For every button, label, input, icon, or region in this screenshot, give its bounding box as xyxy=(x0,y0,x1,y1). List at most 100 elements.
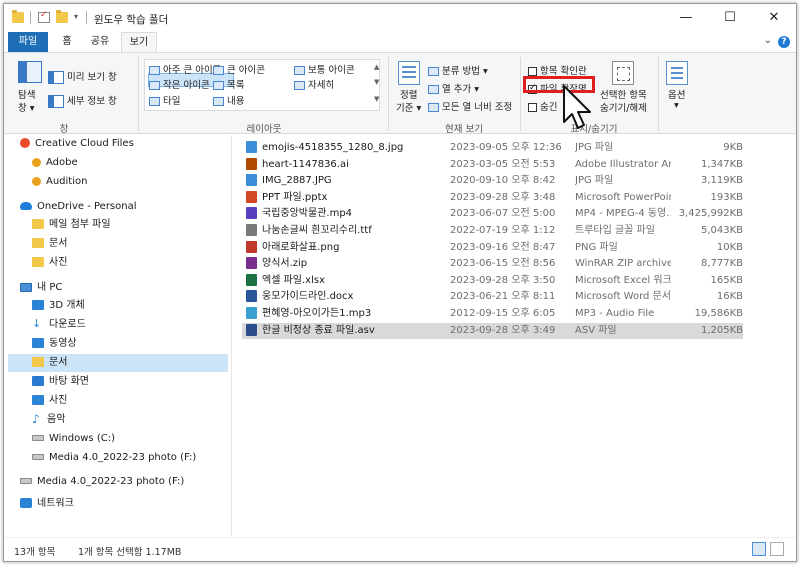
hide-selected-icon[interactable] xyxy=(612,61,634,85)
add-columns-button[interactable]: 열 추가 ▾ xyxy=(428,81,479,95)
layout-tiles[interactable]: 타일 xyxy=(149,93,180,107)
file-row[interactable]: PPT 파일.pptx 2023-09-28 오후 3:48 Microsoft P… xyxy=(242,190,743,207)
nav-item-music[interactable]: ♪ 음악 xyxy=(32,411,65,429)
navigation-pane-button[interactable]: 탐색 xyxy=(18,87,35,101)
options-icon[interactable] xyxy=(666,61,688,85)
tab-view[interactable]: 보기 xyxy=(121,32,157,53)
minimize-button[interactable]: — xyxy=(664,4,708,32)
nav-label: 내 PC xyxy=(37,282,63,293)
chevron-down-icon[interactable]: ⌄ xyxy=(764,35,772,46)
options-button[interactable]: 옵션 xyxy=(668,87,685,101)
nav-item-creative-cloud[interactable]: Creative Cloud Files xyxy=(20,135,134,153)
layout-extra-large-icons[interactable]: 아주 큰 아이콘 xyxy=(149,62,221,76)
nav-item-documents-onedrive[interactable]: 문서 xyxy=(32,235,67,253)
layout-large-icons[interactable]: 큰 아이콘 xyxy=(213,62,265,76)
layout-scroll-down-icon[interactable]: ▼ xyxy=(374,78,379,86)
file-type-icon xyxy=(246,240,257,253)
file-row[interactable]: 양식서.zip 2023-06-15 오전 8:56 WinRAR ZIP arch… xyxy=(242,256,743,273)
file-row[interactable]: 웅모가이드라인.docx 2023-06-21 오후 8:11 Microsoft … xyxy=(242,289,743,306)
details-pane-button[interactable]: 세부 정보 창 xyxy=(48,93,117,108)
layout-scroll-up-icon[interactable]: ▲ xyxy=(374,63,379,71)
maximize-button[interactable]: ☐ xyxy=(708,4,752,32)
file-row[interactable]: 나눔손글씨 흰꼬리수리.ttf 2022-07-19 오후 1:12 트루타입 글꼴… xyxy=(242,223,743,240)
sort-by-button[interactable]: 정렬 xyxy=(400,87,417,101)
nav-item-network[interactable]: 네트워크 xyxy=(20,495,74,513)
new-folder-icon[interactable] xyxy=(56,10,68,23)
navigation-pane-icon[interactable] xyxy=(18,61,42,83)
nav-item-mail-attachments[interactable]: 메일 첨부 파일 xyxy=(32,216,111,234)
list-icon xyxy=(213,81,224,90)
layout-content[interactable]: 내용 xyxy=(213,93,244,107)
file-row[interactable]: IMG_2887.JPG 2020-09-10 오후 8:42 JPG 파일 3,11… xyxy=(242,173,743,190)
file-size: 3,425,992KB xyxy=(678,208,743,220)
layout-more-icon[interactable]: ▼ xyxy=(374,95,379,103)
nav-label: Adobe xyxy=(46,157,78,168)
sort-by-label: 기준 xyxy=(396,103,414,114)
nav-item-3d-objects[interactable]: 3D 개체 xyxy=(32,297,85,315)
nav-item-onedrive[interactable]: OneDrive - Personal xyxy=(20,198,137,216)
file-date: 2023-06-15 오전 8:56 xyxy=(450,258,556,270)
file-name: PPT 파일.pptx xyxy=(262,191,328,203)
layout-list[interactable]: 목록 xyxy=(213,77,244,91)
file-row[interactable]: 편혜영-아오이가든1.mp3 2012-09-15 오후 6:05 MP3 - Au… xyxy=(242,306,743,323)
nav-item-windows-c[interactable]: Windows (C:) xyxy=(32,430,115,448)
file-size: 1,205KB xyxy=(700,324,743,336)
file-row[interactable]: 한글 비정상 종료 파일.asv 2023-09-28 오후 3:49 ASV 파일… xyxy=(242,322,743,340)
file-row[interactable]: 아래로화살표.png 2023-09-16 오전 8:47 PNG 파일 10KB xyxy=(242,240,743,257)
nav-item-adobe[interactable]: Adobe xyxy=(32,154,78,172)
file-type: MP3 - Audio File xyxy=(575,308,655,319)
layout-small-icons[interactable]: 작은 아이콘 xyxy=(149,77,210,91)
tab-file[interactable]: 파일 xyxy=(8,32,48,52)
file-type: WinRAR ZIP archive xyxy=(575,258,671,270)
nav-item-pictures[interactable]: 사진 xyxy=(32,392,67,410)
file-name: emojis-4518355_1280_8.jpg xyxy=(262,142,404,153)
nav-item-media-f-root[interactable]: Media 4.0_2022-23 photo (F:) xyxy=(20,473,184,491)
layout-medium-icons[interactable]: 보통 아이콘 xyxy=(294,62,355,76)
tab-share[interactable]: 공유 xyxy=(84,32,116,52)
preview-pane-button[interactable]: 미리 보기 창 xyxy=(48,69,117,84)
item-checkboxes-toggle[interactable]: 항목 확인란 xyxy=(528,63,587,77)
nav-item-pictures-onedrive[interactable]: 사진 xyxy=(32,254,67,272)
size-all-columns-button[interactable]: 모든 열 너비 조정 xyxy=(428,99,512,113)
hide-selected-button[interactable]: 선택한 항목 xyxy=(600,87,647,101)
file-row[interactable]: 엑셀 파일.xlsx 2023-09-28 오후 3:50 Microsoft Ex… xyxy=(242,273,743,290)
file-name-cell: 웅모가이드라인.docx xyxy=(246,289,436,306)
customize-quick-access-icon[interactable]: ▾ xyxy=(74,12,78,21)
file-row[interactable]: heart-1147836.ai 2023-03-05 오전 5:53 Adobe … xyxy=(242,157,743,174)
sort-by-button-label2[interactable]: 기준 ▾ xyxy=(396,100,421,114)
help-icon[interactable]: ? xyxy=(778,36,790,48)
close-button[interactable]: ✕ xyxy=(752,4,796,32)
file-type-icon xyxy=(246,273,257,286)
nav-item-media-f[interactable]: Media 4.0_2022-23 photo (F:) xyxy=(32,449,196,467)
large-icons-icon xyxy=(213,66,224,75)
nav-item-desktop[interactable]: 바탕 화면 xyxy=(32,373,89,391)
3d-objects-icon xyxy=(32,300,44,310)
nav-item-documents[interactable]: 문서 xyxy=(8,354,228,372)
properties-icon[interactable]: ✓ xyxy=(38,10,50,23)
nav-label: 3D 개체 xyxy=(49,300,85,311)
options-dropdown-icon[interactable]: ▾ xyxy=(674,100,679,111)
nav-item-audition[interactable]: Audition xyxy=(32,173,87,191)
sort-icon[interactable] xyxy=(398,61,420,85)
file-row[interactable]: emojis-4518355_1280_8.jpg 2023-09-05 오후 1… xyxy=(242,140,743,157)
file-type-icon xyxy=(246,207,257,220)
nav-item-this-pc[interactable]: 내 PC xyxy=(20,279,62,297)
navigation-pane-button-label2[interactable]: 창 ▾ xyxy=(18,100,35,114)
file-type-icon xyxy=(246,224,257,236)
layout-details[interactable]: 자세히 xyxy=(294,77,334,91)
nav-label: 바탕 화면 xyxy=(49,376,89,387)
details-view-icon[interactable] xyxy=(752,542,766,556)
hidden-items-toggle[interactable]: 숨긴 xyxy=(528,99,557,113)
file-row[interactable]: 국립중앙박물관.mp4 2023-06-07 오전 5:00 MP4 - MPEG-… xyxy=(242,206,743,223)
file-type: JPG 파일 xyxy=(575,142,614,153)
nav-item-videos[interactable]: 동영상 xyxy=(32,335,77,353)
nav-label: 동영상 xyxy=(49,338,77,349)
nav-item-downloads[interactable]: ↓ 다운로드 xyxy=(32,316,86,334)
tab-home[interactable]: 홈 xyxy=(54,32,80,52)
hide-selected-button-label2[interactable]: 숨기기/해제 xyxy=(600,100,647,114)
file-date: 2023-06-21 오후 8:11 xyxy=(450,291,556,303)
computer-icon xyxy=(20,282,32,292)
file-size: 1,347KB xyxy=(700,158,743,170)
large-icons-view-icon[interactable] xyxy=(770,542,784,556)
group-by-button[interactable]: 분류 방법 ▾ xyxy=(428,63,488,77)
